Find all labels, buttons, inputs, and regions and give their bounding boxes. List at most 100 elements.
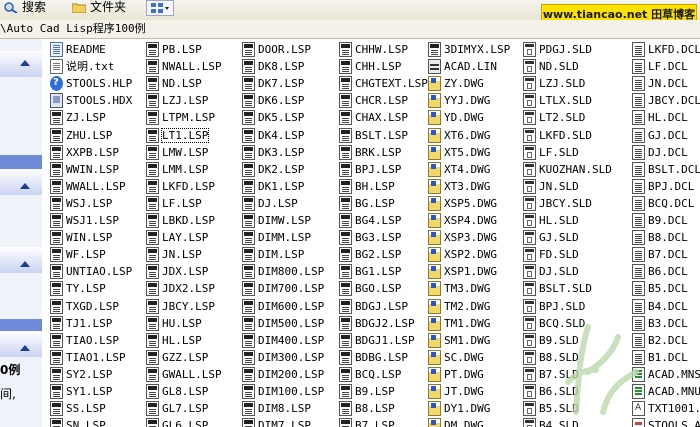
file-item[interactable]: B3.DCL (626, 315, 700, 332)
file-item[interactable]: B7.LSP (333, 417, 429, 427)
file-item[interactable]: GL8.LSP (140, 383, 236, 400)
file-item[interactable]: DJ.DCL (626, 144, 700, 161)
file-item[interactable]: JDX.LSP (140, 263, 236, 280)
file-item[interactable]: DK7.LSP (236, 75, 332, 92)
file-item[interactable]: HL.LSP (140, 332, 236, 349)
views-button[interactable] (146, 0, 174, 16)
file-item[interactable]: B9.LSP (333, 383, 429, 400)
file-item[interactable]: TXT1001.SHX (626, 400, 700, 417)
file-item[interactable]: B8.SLD (517, 349, 613, 366)
file-item[interactable]: B8.LSP (333, 400, 429, 417)
file-item[interactable]: B8.DCL (626, 229, 700, 246)
task-pane-header-1[interactable] (0, 51, 42, 77)
file-item[interactable]: CHCR.LSP (333, 92, 429, 109)
file-item[interactable]: JBCY.SLD (517, 195, 613, 212)
file-item[interactable]: LKFD.SLD (517, 127, 613, 144)
file-item[interactable]: BG2.LSP (333, 246, 429, 263)
file-item[interactable]: LKFD.LSP (140, 178, 236, 195)
file-item[interactable]: B5.DCL (626, 280, 700, 297)
file-item[interactable]: STOOLS.HLP (44, 75, 140, 92)
file-item[interactable]: ZY.DWG (422, 75, 518, 92)
file-item[interactable]: GL6.LSP (140, 417, 236, 427)
file-item[interactable]: B1.DCL (626, 349, 700, 366)
file-item[interactable]: YYJ.DWG (422, 92, 518, 109)
folders-button[interactable]: 文件夹 (72, 0, 126, 18)
file-item[interactable]: YD.DWG (422, 109, 518, 126)
file-item[interactable]: ZJ.LSP (44, 109, 140, 126)
file-item[interactable]: DOOR.LSP (236, 41, 332, 58)
file-item[interactable]: BDGJ1.LSP (333, 332, 429, 349)
file-item[interactable]: B5.SLD (517, 400, 613, 417)
file-item[interactable]: ACAD.MNU (626, 383, 700, 400)
file-item[interactable]: TM3.DWG (422, 280, 518, 297)
file-item[interactable]: LZJ.SLD (517, 75, 613, 92)
file-item[interactable]: DK4.LSP (236, 127, 332, 144)
file-item[interactable]: WWALL.LSP (44, 178, 140, 195)
file-item[interactable]: TIAO1.LSP (44, 349, 140, 366)
file-item[interactable]: B7.SLD (517, 366, 613, 383)
file-item[interactable]: LMW.LSP (140, 144, 236, 161)
file-item[interactable]: STOOLS.HDX (44, 92, 140, 109)
file-item[interactable]: GJ.DCL (626, 127, 700, 144)
file-item[interactable]: 说明.txt (44, 58, 140, 75)
file-item[interactable]: LF.SLD (517, 144, 613, 161)
file-item[interactable]: DK6.LSP (236, 92, 332, 109)
file-item[interactable]: DK8.LSP (236, 58, 332, 75)
file-item[interactable]: B6.SLD (517, 383, 613, 400)
file-item[interactable]: LF.LSP (140, 195, 236, 212)
file-item[interactable]: SM1.DWG (422, 332, 518, 349)
file-item[interactable]: GJ.SLD (517, 229, 613, 246)
file-item[interactable]: BPJ.LSP (333, 161, 429, 178)
file-item[interactable]: BG4.LSP (333, 212, 429, 229)
file-item[interactable]: 3DIMYX.LSP (422, 41, 518, 58)
file-item[interactable]: CHAX.LSP (333, 109, 429, 126)
file-item[interactable]: XT3.DWG (422, 178, 518, 195)
file-item[interactable]: DIM400.LSP (236, 332, 332, 349)
file-item[interactable]: JDX2.LSP (140, 280, 236, 297)
file-item[interactable]: LT1.LSP (140, 127, 236, 144)
file-item[interactable]: DIM800.LSP (236, 263, 332, 280)
file-item[interactable]: HL.SLD (517, 212, 613, 229)
file-item[interactable]: TIAO.LSP (44, 332, 140, 349)
file-item[interactable]: BCQ.SLD (517, 315, 613, 332)
file-item[interactable]: WF.LSP (44, 246, 140, 263)
file-item[interactable]: JN.DCL (626, 75, 700, 92)
file-item[interactable]: DIM500.LSP (236, 315, 332, 332)
file-item[interactable]: LAY.LSP (140, 229, 236, 246)
file-item[interactable]: XSP3.DWG (422, 229, 518, 246)
file-item[interactable]: LTLX.SLD (517, 92, 613, 109)
file-item[interactable]: LTPM.LSP (140, 109, 236, 126)
file-item[interactable]: DY1.DWG (422, 400, 518, 417)
file-item[interactable]: DIMM.LSP (236, 229, 332, 246)
file-item[interactable]: PT.DWG (422, 366, 518, 383)
file-item[interactable]: ND.LSP (140, 75, 236, 92)
file-item[interactable]: SS.LSP (44, 400, 140, 417)
task-pane-header-3[interactable] (0, 247, 42, 273)
file-item[interactable]: FD.SLD (517, 246, 613, 263)
file-item[interactable]: B7.DCL (626, 246, 700, 263)
file-item[interactable]: BSLT.SLD (517, 280, 613, 297)
file-item[interactable]: B2.DCL (626, 332, 700, 349)
file-item[interactable]: SY1.LSP (44, 383, 140, 400)
file-item[interactable]: LZJ.LSP (140, 92, 236, 109)
file-item[interactable]: CHH.LSP (333, 58, 429, 75)
file-item[interactable]: JBCY.DCL (626, 92, 700, 109)
file-item[interactable]: HL.DCL (626, 109, 700, 126)
file-item[interactable]: DIMW.LSP (236, 212, 332, 229)
file-item[interactable]: BH.LSP (333, 178, 429, 195)
file-item[interactable]: JN.LSP (140, 246, 236, 263)
file-item[interactable]: WWIN.LSP (44, 161, 140, 178)
file-item[interactable]: DIM7.LSP (236, 417, 332, 427)
file-item[interactable]: PB.LSP (140, 41, 236, 58)
file-item[interactable]: ZHU.LSP (44, 127, 140, 144)
file-item[interactable]: XXPB.LSP (44, 144, 140, 161)
file-item[interactable]: XT6.DWG (422, 127, 518, 144)
file-item[interactable]: NWALL.LSP (140, 58, 236, 75)
file-item[interactable]: B4.DCL (626, 298, 700, 315)
file-item[interactable]: DIM300.LSP (236, 349, 332, 366)
file-item[interactable]: B9.DCL (626, 212, 700, 229)
file-item[interactable]: BPJ.DCL (626, 178, 700, 195)
task-pane-header-4[interactable] (0, 331, 42, 357)
file-item[interactable]: UNTIAO.LSP (44, 263, 140, 280)
file-item[interactable]: DK5.LSP (236, 109, 332, 126)
